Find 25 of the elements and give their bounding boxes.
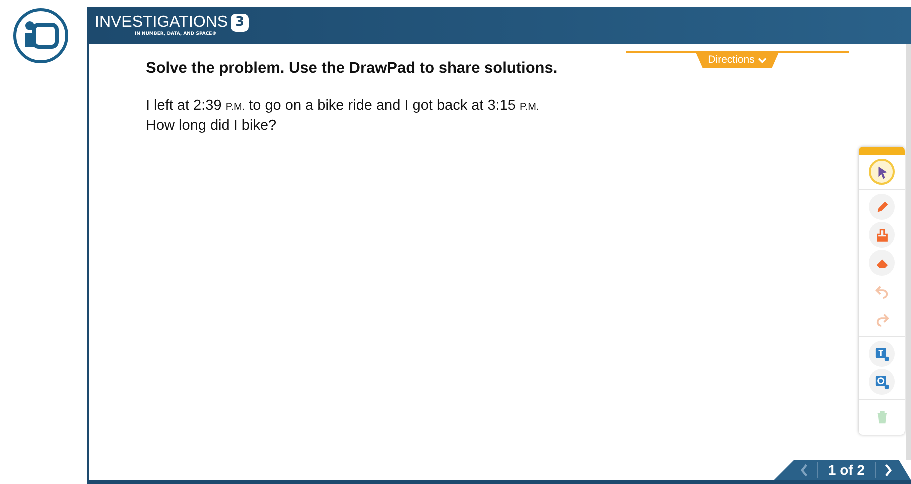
stamp-icon	[874, 228, 890, 242]
tool-button[interactable]	[869, 159, 895, 185]
problem-text: How long did I bike?	[146, 117, 278, 136]
chevron-right-icon	[884, 464, 893, 476]
redo-icon	[874, 312, 890, 326]
tool-button[interactable]	[869, 222, 895, 248]
shape-tool-icon	[874, 374, 890, 390]
scrollbar[interactable]	[906, 44, 911, 460]
next-page-button[interactable]	[884, 464, 893, 476]
instruction-text: Solve the problem. Use the DrawPad to share solutions.	[146, 60, 559, 78]
undo-icon	[874, 284, 890, 298]
logo-icon	[13, 8, 69, 64]
tool-button[interactable]	[869, 250, 895, 276]
tool-button[interactable]	[869, 194, 895, 220]
tool-button[interactable]	[869, 341, 895, 367]
directions-tab[interactable]: Directions	[696, 53, 779, 68]
brand-name: INVESTIGATIONS	[95, 14, 228, 32]
tool-button[interactable]	[869, 369, 895, 395]
chevron-left-icon	[800, 464, 810, 476]
brand-badge: 3	[231, 14, 250, 32]
text-tool-icon	[874, 346, 890, 362]
problem-text: I left at 2:39 P.M. to go on a bike ride and I got back at 3:15 P.M.	[146, 97, 540, 116]
chevron-icon	[758, 56, 767, 64]
toolbar-grip[interactable]	[859, 147, 905, 155]
page-indicator: 1 of 2	[817, 462, 876, 478]
